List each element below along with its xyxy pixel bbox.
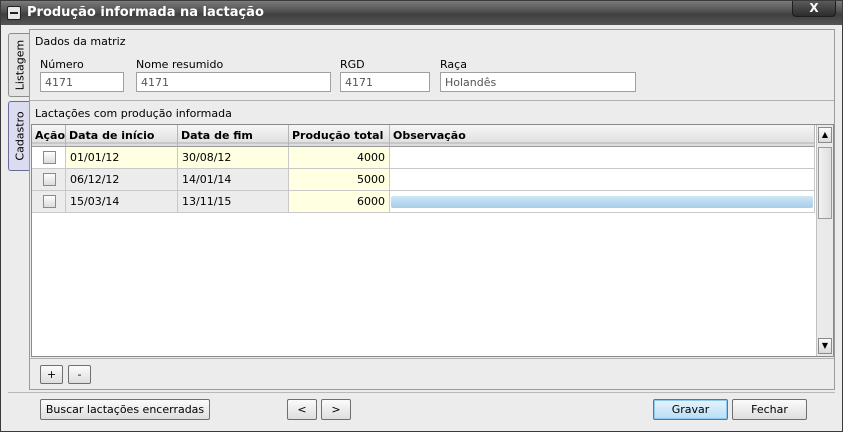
column-header-acao[interactable]: Ação [32, 125, 66, 147]
table-row[interactable]: 15/03/14 13/11/15 6000 [32, 191, 815, 213]
tab-cadastro[interactable]: Cadastro [8, 101, 30, 171]
row-checkbox[interactable] [43, 173, 56, 186]
section-divider [30, 100, 834, 101]
tab-listagem[interactable]: Listagem [8, 33, 30, 97]
previous-button[interactable]: < [287, 399, 317, 420]
table-row[interactable]: 06/12/12 14/01/14 5000 [32, 169, 815, 191]
fechar-button[interactable]: Fechar [732, 399, 807, 420]
data-fim-cell[interactable]: 30/08/12 [178, 147, 289, 169]
data-inicio-cell[interactable]: 15/03/14 [66, 191, 178, 213]
producao-total-cell[interactable]: 4000 [289, 147, 390, 169]
remove-row-button[interactable]: - [68, 365, 91, 384]
tab-listagem-label: Listagem [13, 39, 26, 91]
observacao-cell-editing[interactable] [390, 191, 815, 213]
row-checkbox[interactable] [43, 151, 56, 164]
numero-label: Número [40, 58, 84, 71]
acao-cell [32, 169, 66, 191]
matriz-section-label: Dados da matriz [35, 35, 126, 48]
producao-total-cell[interactable]: 6000 [289, 191, 390, 213]
scroll-thumb[interactable] [818, 147, 832, 219]
numero-field[interactable]: 4171 [40, 72, 124, 92]
scroll-down-arrow-icon[interactable]: ▼ [818, 338, 832, 354]
observacao-cell[interactable] [390, 147, 815, 169]
observacao-cell[interactable] [390, 169, 815, 191]
next-button[interactable]: > [321, 399, 351, 420]
raca-label: Raça [440, 58, 467, 71]
lactacoes-section-label: Lactações com produção informada [35, 107, 232, 120]
data-fim-cell[interactable]: 14/01/14 [178, 169, 289, 191]
add-row-button[interactable]: + [40, 365, 63, 384]
column-header-data-inicio[interactable]: Data de início [66, 125, 178, 147]
grid-footer-divider [30, 358, 834, 359]
table-row[interactable]: 01/01/12 30/08/12 4000 [32, 147, 815, 169]
acao-cell [32, 191, 66, 213]
column-header-observacao[interactable]: Observação [390, 125, 815, 147]
raca-field[interactable]: Holandês [440, 72, 636, 92]
rgd-label: RGD [340, 58, 365, 71]
data-fim-cell[interactable]: 13/11/15 [178, 191, 289, 213]
close-button[interactable]: X [792, 1, 836, 17]
tab-cadastro-label: Cadastro [13, 111, 26, 161]
rgd-field[interactable]: 4171 [340, 72, 430, 92]
column-header-producao-total[interactable]: Produção total [289, 125, 390, 147]
scroll-up-arrow-icon[interactable]: ▲ [818, 127, 832, 143]
gravar-button[interactable]: Gravar [653, 399, 728, 420]
lactacoes-grid: Ação Data de início Data de fim Produção… [31, 124, 834, 357]
nome-resumido-field[interactable]: 4171 [136, 72, 331, 92]
row-checkbox[interactable] [43, 195, 56, 208]
data-inicio-cell[interactable]: 06/12/12 [66, 169, 178, 191]
window-menu-icon[interactable] [7, 6, 21, 20]
acao-cell [32, 147, 66, 169]
title-bar: Produção informada na lactação X [1, 1, 842, 25]
cadastro-panel: Dados da matriz Número 4171 Nome resumid… [29, 29, 835, 390]
nome-resumido-label: Nome resumido [136, 58, 224, 71]
buscar-lactacoes-button[interactable]: Buscar lactações encerradas [40, 399, 210, 420]
dialog-window: Produção informada na lactação X Listage… [0, 0, 843, 432]
data-inicio-cell[interactable]: 01/01/12 [66, 147, 178, 169]
vertical-scrollbar[interactable]: ▲ ▼ [816, 125, 833, 356]
window-title: Produção informada na lactação [27, 5, 264, 20]
footer-bar: Buscar lactações encerradas < > Gravar F… [8, 392, 835, 425]
column-header-data-fim[interactable]: Data de fim [178, 125, 289, 147]
producao-total-cell[interactable]: 5000 [289, 169, 390, 191]
